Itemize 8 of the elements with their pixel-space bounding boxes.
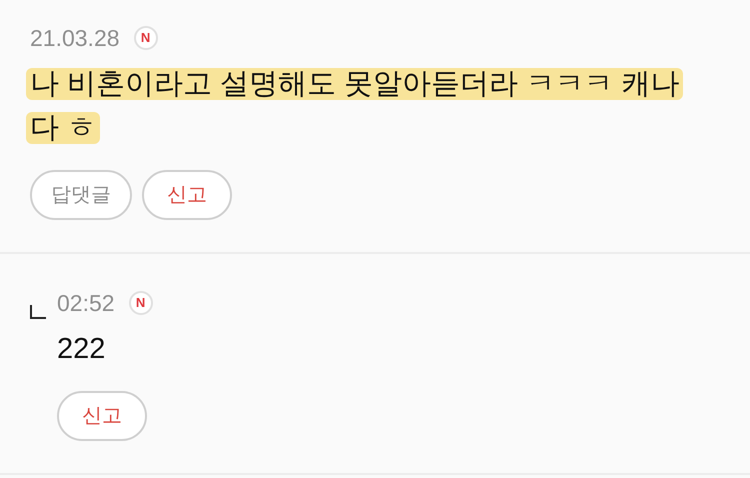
comment-text: 222: [57, 332, 106, 367]
report-button[interactable]: 신고: [57, 391, 147, 441]
new-badge: N: [134, 26, 158, 50]
comment-date: 02:52: [57, 288, 115, 318]
report-button[interactable]: 신고: [142, 170, 232, 220]
new-badge: N: [128, 291, 153, 315]
comment-date: 21.03.28: [30, 24, 120, 53]
reply-button[interactable]: 답댓글: [30, 170, 132, 220]
